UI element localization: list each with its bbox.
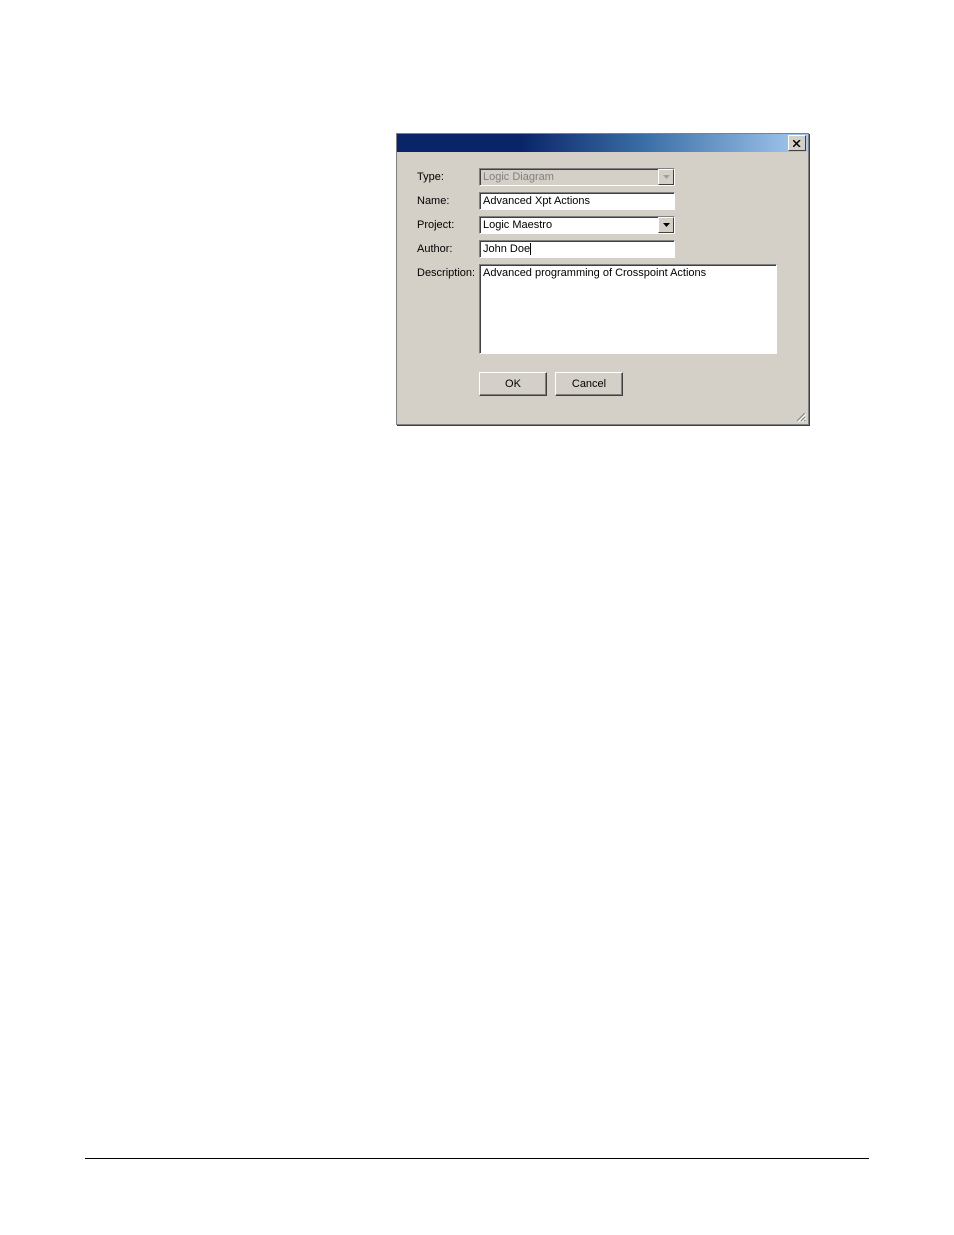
close-button[interactable] xyxy=(788,135,806,151)
project-combobox[interactable]: Logic Maestro xyxy=(479,216,675,234)
description-value: Advanced programming of Crosspoint Actio… xyxy=(483,267,706,279)
dialog-window: Type: Logic Diagram Name: Advanced Xpt A… xyxy=(396,133,809,425)
author-value: John Doe xyxy=(483,243,530,255)
chevron-down-icon xyxy=(658,169,674,185)
chevron-down-icon[interactable] xyxy=(658,217,674,233)
dialog-content: Type: Logic Diagram Name: Advanced Xpt A… xyxy=(397,152,808,406)
label-name: Name: xyxy=(417,192,479,207)
label-type: Type: xyxy=(417,168,479,183)
type-value: Logic Diagram xyxy=(483,171,554,183)
row-description: Description: Advanced programming of Cro… xyxy=(417,264,788,354)
button-row: OK Cancel xyxy=(479,372,788,396)
label-description: Description: xyxy=(417,264,479,279)
resize-grip[interactable] xyxy=(794,410,806,422)
ok-button[interactable]: OK xyxy=(479,372,547,396)
row-project: Project: Logic Maestro xyxy=(417,216,788,234)
row-author: Author: John Doe xyxy=(417,240,788,258)
cancel-button[interactable]: Cancel xyxy=(555,372,623,396)
text-cursor xyxy=(530,243,531,255)
row-name: Name: Advanced Xpt Actions xyxy=(417,192,788,210)
project-value: Logic Maestro xyxy=(483,219,552,231)
author-input[interactable]: John Doe xyxy=(479,240,675,258)
label-author: Author: xyxy=(417,240,479,255)
row-type: Type: Logic Diagram xyxy=(417,168,788,186)
footer-divider xyxy=(85,1158,869,1159)
name-input[interactable]: Advanced Xpt Actions xyxy=(479,192,675,210)
close-icon xyxy=(793,140,801,147)
description-textarea[interactable]: Advanced programming of Crosspoint Actio… xyxy=(479,264,777,354)
name-value: Advanced Xpt Actions xyxy=(483,195,590,207)
label-project: Project: xyxy=(417,216,479,231)
type-combobox: Logic Diagram xyxy=(479,168,675,186)
titlebar xyxy=(397,134,808,152)
